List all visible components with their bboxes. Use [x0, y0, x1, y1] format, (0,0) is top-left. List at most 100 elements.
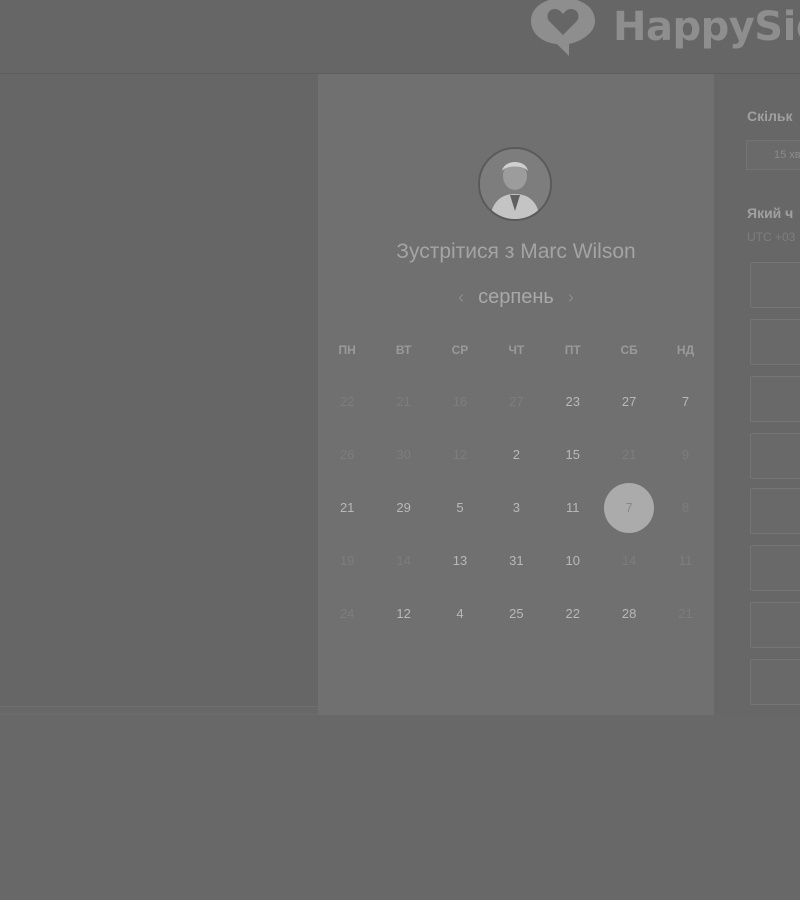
- day-number: 26: [339, 447, 355, 462]
- calendar-day: 11: [657, 541, 713, 581]
- calendar-day: 21: [375, 382, 431, 422]
- left-panel: [0, 74, 318, 707]
- day-number: 2: [512, 447, 520, 462]
- calendar-grid: ПН ВТ СР ЧТ ПТ СБ НД 22 21 16 27 23 27 7 26 30 12…: [319, 340, 714, 621]
- chevron-left-icon[interactable]: ‹: [444, 287, 478, 308]
- day-number: 16: [452, 394, 468, 409]
- duration-label: Скільк: [747, 108, 793, 124]
- day-number: 29: [396, 500, 411, 515]
- calendar-day[interactable]: 21: [319, 488, 375, 528]
- calendar-week: 26 30 12 2 15 21 9: [319, 435, 714, 475]
- footer-area: [0, 716, 800, 900]
- day-number: 21: [339, 500, 355, 515]
- calendar-day[interactable]: 31: [488, 541, 544, 581]
- calendar-day[interactable]: 27: [601, 382, 657, 422]
- time-slot-button[interactable]: [750, 319, 800, 365]
- calendar-day: 21: [601, 435, 657, 475]
- day-number: 22: [339, 394, 355, 409]
- time-slot-button[interactable]: [750, 545, 800, 591]
- day-number: 13: [452, 553, 468, 568]
- day-number: 24: [339, 606, 355, 621]
- calendar-day: 14: [375, 541, 431, 581]
- calendar-day: 24: [319, 594, 375, 634]
- time-slot-button[interactable]: [750, 659, 800, 705]
- day-number: 5: [456, 500, 464, 515]
- calendar-day[interactable]: 7: [657, 382, 713, 422]
- day-number: 22: [565, 606, 580, 621]
- time-label: Який ч: [747, 205, 794, 221]
- calendar-day[interactable]: 15: [545, 435, 601, 475]
- calendar-day[interactable]: 12: [375, 594, 431, 634]
- day-number: 7: [625, 500, 633, 515]
- meeting-title: Зустрітися з Marc Wilson: [396, 240, 636, 263]
- calendar-day[interactable]: 11: [545, 488, 601, 528]
- day-number: 11: [566, 500, 580, 515]
- duration-value: 15 хв: [774, 149, 800, 161]
- calendar-day: 27: [488, 382, 544, 422]
- calendar-day[interactable]: 25: [488, 594, 544, 634]
- calendar-day: 14: [601, 541, 657, 581]
- calendar-day: 8: [657, 488, 713, 528]
- calendar-day[interactable]: 2: [488, 435, 544, 475]
- time-slot-button[interactable]: [750, 602, 800, 648]
- timezone-label: UTC +03: [747, 230, 796, 244]
- calendar-day[interactable]: 3: [488, 488, 544, 528]
- calendar-week: 24 12 4 25 22 28 21: [319, 594, 714, 634]
- day-number: 14: [396, 553, 411, 568]
- day-number: 19: [339, 553, 355, 568]
- brand-name: HappySig: [613, 4, 800, 50]
- calendar-day: 21: [657, 594, 713, 634]
- calendar-day: 19: [319, 541, 375, 581]
- calendar-panel: Зустрітися з Marc Wilson ‹ серпень › ПН …: [318, 74, 714, 715]
- day-number: 9: [681, 447, 690, 462]
- calendar-day[interactable]: 13: [432, 541, 488, 581]
- day-number: 21: [678, 606, 693, 621]
- day-number: 31: [509, 553, 524, 568]
- month-label: серпень: [478, 285, 554, 308]
- weekday-label: ПТ: [564, 343, 581, 357]
- calendar-day[interactable]: 28: [601, 594, 657, 634]
- calendar-day[interactable]: 4: [432, 594, 488, 634]
- top-bar: HappySig: [0, 0, 800, 74]
- calendar-day[interactable]: 5: [432, 488, 488, 528]
- weekday-header: ПН ВТ СР ЧТ ПТ СБ НД: [319, 340, 714, 360]
- chevron-right-icon[interactable]: ›: [554, 287, 588, 308]
- calendar-week: 19 14 13 31 10 14 11: [319, 541, 714, 581]
- calendar-day: 16: [432, 382, 488, 422]
- time-slot-button[interactable]: [750, 376, 800, 422]
- time-slot-button[interactable]: [750, 262, 800, 308]
- calendar-day: 30: [375, 435, 431, 475]
- calendar-week: 22 21 16 27 23 27 7: [319, 382, 714, 422]
- duration-select[interactable]: 15 хв: [746, 140, 800, 170]
- calendar-day: 9: [657, 435, 713, 475]
- calendar-week: 21 29 5 3 11 7 8: [319, 483, 714, 533]
- day-number: 25: [509, 606, 524, 621]
- avatar: [478, 147, 552, 221]
- day-number: 15: [565, 447, 580, 462]
- day-number: 27: [621, 394, 637, 409]
- day-number: 11: [678, 553, 693, 568]
- calendar-day: 22: [319, 382, 375, 422]
- time-slot-button[interactable]: [750, 488, 800, 534]
- day-number: 12: [396, 606, 411, 621]
- day-number: 14: [621, 553, 637, 568]
- weekday-label: ПН: [338, 343, 356, 357]
- calendar-day[interactable]: 10: [545, 541, 601, 581]
- weekday-label: ЧТ: [508, 343, 525, 357]
- day-number: 21: [621, 447, 637, 462]
- calendar-day-selected[interactable]: 7: [601, 483, 657, 533]
- calendar-day[interactable]: 23: [545, 382, 601, 422]
- calendar-day[interactable]: 22: [545, 594, 601, 634]
- calendar-day[interactable]: 29: [375, 488, 431, 528]
- day-number: 12: [452, 447, 468, 462]
- divider: [0, 714, 318, 715]
- day-number: 3: [512, 500, 520, 515]
- time-slot-button[interactable]: [750, 433, 800, 479]
- day-number: 10: [565, 553, 580, 568]
- person-photo: [480, 149, 550, 219]
- booking-sidebar: Скільк 15 хв Який ч UTC +03: [714, 74, 800, 715]
- calendar-day: 26: [319, 435, 375, 475]
- weekday-label: НД: [676, 343, 695, 357]
- day-number: 27: [509, 394, 524, 409]
- brand-logo[interactable]: HappySig: [525, 0, 800, 60]
